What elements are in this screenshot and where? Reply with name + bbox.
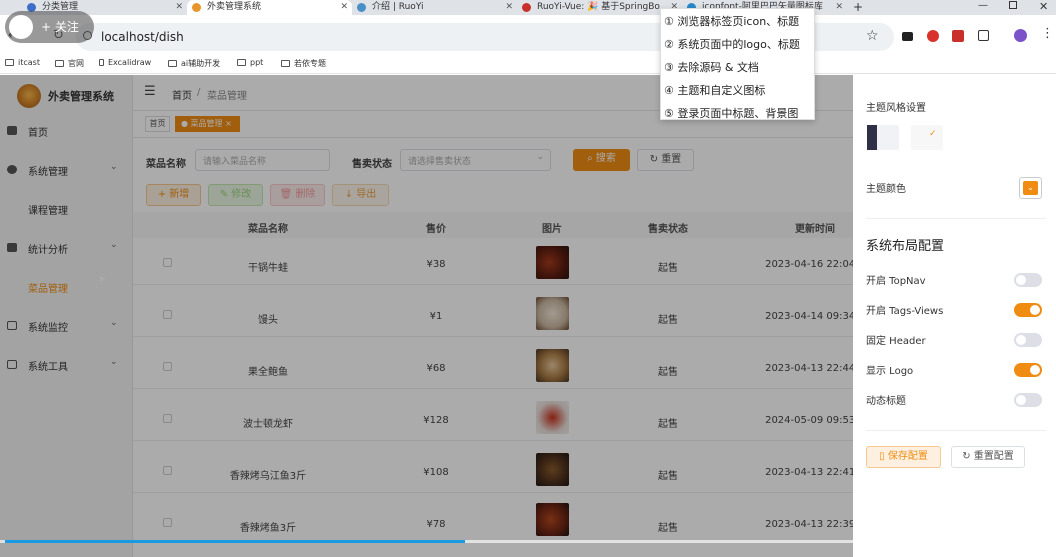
bookmark-item[interactable]: itcast bbox=[5, 58, 40, 67]
modal-mask[interactable] bbox=[0, 75, 853, 557]
dynamic-title-label: 动态标题 bbox=[866, 396, 906, 407]
annotation-item: ③ 去除源码 & 文档 bbox=[664, 61, 759, 74]
browser-tab-active[interactable]: 外卖管理系统 ✕ bbox=[187, 0, 352, 15]
refresh-icon: ↻ bbox=[962, 451, 971, 462]
theme-light-option[interactable]: ✓ bbox=[911, 125, 943, 150]
theme-style-title: 主题风格设置 bbox=[866, 103, 926, 114]
show-logo-switch[interactable] bbox=[1014, 363, 1042, 377]
document-icon: ▯ bbox=[879, 451, 885, 462]
profile-avatar-icon[interactable] bbox=[1014, 29, 1027, 42]
annotation-item: ① 浏览器标签页icon、标题 bbox=[664, 15, 800, 28]
fixed-header-label: 固定 Header bbox=[866, 336, 926, 347]
tab-close-icon[interactable]: ✕ bbox=[505, 0, 513, 15]
fixed-header-switch[interactable] bbox=[1014, 333, 1042, 347]
topnav-switch[interactable] bbox=[1014, 273, 1042, 287]
tab-title: 介绍 | RuoYi bbox=[372, 2, 424, 12]
bookmark-icon bbox=[99, 59, 104, 66]
browser-tab-strip: 分类管理 ✕ 外卖管理系统 ✕ 介绍 | RuoYi ✕ RuoYi-Vue: … bbox=[0, 0, 1056, 15]
dynamic-title-switch[interactable] bbox=[1014, 393, 1042, 407]
window-restore-icon[interactable] bbox=[1009, 1, 1017, 9]
button-label: 重置配置 bbox=[973, 451, 1014, 462]
video-progress-fill bbox=[5, 540, 465, 543]
new-tab-icon[interactable]: + bbox=[853, 0, 863, 14]
folder-icon bbox=[5, 59, 14, 66]
panel-divider bbox=[866, 218, 1046, 219]
panel-divider bbox=[866, 430, 1046, 431]
browser-tab[interactable]: 介绍 | RuoYi ✕ bbox=[352, 0, 517, 15]
bookmark-item[interactable]: Excalidraw bbox=[99, 58, 151, 67]
bookmark-item[interactable]: 若依专题 bbox=[281, 58, 326, 69]
tab-favicon-icon bbox=[192, 3, 201, 12]
follow-label: + 关注 bbox=[41, 20, 79, 34]
browser-tab[interactable]: RuoYi-Vue: 🎉 基于SpringBo ✕ bbox=[517, 0, 682, 15]
button-label: 保存配置 bbox=[887, 451, 928, 462]
tab-favicon-icon bbox=[522, 3, 531, 12]
theme-color-swatch: ⌄ bbox=[1023, 181, 1038, 195]
folder-icon bbox=[55, 60, 64, 67]
layout-config-title: 系统布局配置 bbox=[866, 239, 945, 254]
extension-icon[interactable] bbox=[952, 30, 964, 42]
annotation-item: ⑤ 登录页面中标题、背景图 bbox=[664, 107, 799, 120]
show-logo-label: 显示 Logo bbox=[866, 366, 914, 377]
bookmark-item[interactable]: ai辅助开发 bbox=[168, 58, 220, 69]
tab-close-icon[interactable]: ✕ bbox=[340, 0, 348, 15]
tags-views-label: 开启 Tags-Views bbox=[866, 306, 944, 317]
folder-icon bbox=[281, 60, 290, 67]
window-minimize-icon[interactable]: — bbox=[978, 0, 988, 11]
tags-views-switch[interactable] bbox=[1014, 303, 1042, 317]
tab-close-icon[interactable]: ✕ bbox=[175, 0, 183, 15]
url-text[interactable]: localhost/dish bbox=[101, 30, 184, 44]
annotation-item: ④ 主题和自定义图标 bbox=[664, 84, 766, 97]
theme-dark-option[interactable] bbox=[867, 125, 899, 150]
follow-watermark[interactable]: + 关注 bbox=[5, 11, 94, 43]
theme-color-title: 主题颜色 bbox=[866, 184, 906, 195]
tab-title: RuoYi-Vue: 🎉 基于SpringBo bbox=[537, 2, 660, 12]
adblock-icon[interactable] bbox=[927, 30, 939, 42]
window-close-icon[interactable]: ✕ bbox=[1039, 0, 1048, 13]
tab-favicon-icon bbox=[357, 3, 366, 12]
bookmark-star-icon[interactable]: ☆ bbox=[866, 28, 879, 44]
checkmark-icon: ✓ bbox=[929, 129, 937, 139]
extension-icon[interactable] bbox=[902, 32, 913, 41]
puzzle-icon[interactable] bbox=[978, 30, 989, 41]
reset-config-button[interactable]: ↻ 重置配置 bbox=[951, 446, 1025, 468]
topnav-label: 开启 TopNav bbox=[866, 276, 926, 287]
annotation-item: ② 系统页面中的logo、标题 bbox=[664, 38, 800, 51]
annotation-list-popup: ① 浏览器标签页icon、标题 ② 系统页面中的logo、标题 ③ 去除源码 &… bbox=[660, 8, 815, 120]
bookmark-item[interactable]: 官网 bbox=[55, 58, 84, 69]
tab-close-icon[interactable]: ✕ bbox=[835, 0, 843, 15]
folder-icon bbox=[237, 59, 246, 66]
app-root: 外卖管理系统 首页 系统管理 ⌄ 课程管理 统计分析 ⌄ 菜品管理 系统监控 ⌄ bbox=[0, 75, 1056, 557]
tab-title: 外卖管理系统 bbox=[207, 2, 262, 12]
browser-menu-icon[interactable]: ⋮ bbox=[1041, 26, 1054, 41]
channel-avatar-icon bbox=[9, 15, 33, 39]
folder-icon bbox=[168, 60, 177, 67]
theme-color-picker[interactable]: ⌄ bbox=[1019, 177, 1042, 199]
theme-dark-sidebar bbox=[867, 125, 877, 150]
save-config-button[interactable]: ▯ 保存配置 bbox=[866, 446, 941, 468]
bookmarks-bar: itcast 官网 Excalidraw ai辅助开发 ppt 若依专题 bbox=[0, 54, 1056, 74]
bookmark-item[interactable]: ppt bbox=[237, 58, 263, 67]
